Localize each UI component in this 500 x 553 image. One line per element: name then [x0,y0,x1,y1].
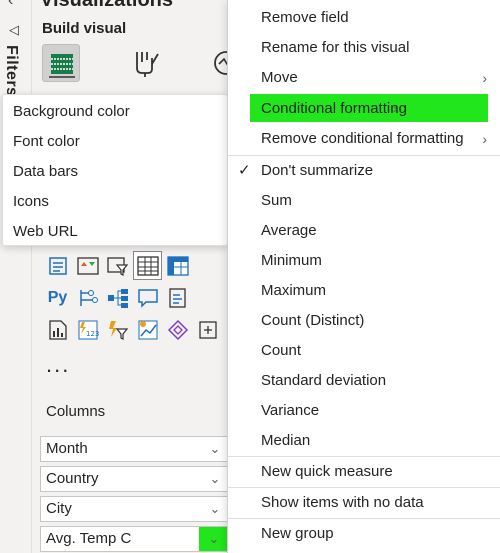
visualizations-pane: Visualizations Build visual Py 123 ... C… [32,0,232,553]
kpi-icon[interactable] [74,252,101,279]
chevron-right-icon: › [392,100,398,116]
paginated-report-icon[interactable] [44,316,71,343]
decomposition-tree-icon[interactable] [104,284,131,311]
key-influencers-icon[interactable] [74,284,101,311]
menu-variance[interactable]: Variance [228,396,500,426]
menu-minimum[interactable]: Minimum [228,246,500,276]
qa-visual-icon[interactable] [134,284,161,311]
diamond-visual-icon[interactable] [164,316,191,343]
menu-count-distinct[interactable]: Count (Distinct) [228,306,500,336]
filters-label[interactable]: Filters [2,45,20,97]
menu-dont-summarize[interactable]: ✓ Don't summarize [228,156,500,186]
chevron-right-icon: › [482,131,487,147]
menu-standard-deviation[interactable]: Standard deviation [228,366,500,396]
menu-new-group[interactable]: New group [228,519,500,549]
column-field-label: City [46,500,72,517]
metrics-visual-icon[interactable] [134,316,161,343]
menu-conditional-formatting[interactable]: Conditional formatting› [228,93,500,123]
python-visual-icon[interactable]: Py [44,284,71,311]
get-more-visuals-icon[interactable] [194,316,221,343]
submenu-web-url[interactable]: Web URL [3,217,227,247]
menu-new-quick-measure[interactable]: New quick measure [228,457,500,487]
menu-count[interactable]: Count [228,336,500,366]
menu-rename-for-visual[interactable]: Rename for this visual [228,33,500,63]
visualizations-title: Visualizations [40,0,174,11]
build-visual-label: Build visual [42,20,127,37]
chevron-right-icon: › [482,70,487,86]
column-field-country[interactable]: Country ⌄ [40,466,230,492]
column-field-avg-temp[interactable]: Avg. Temp C ⌄ [40,526,230,552]
column-field-label: Country [46,470,99,487]
conditional-formatting-submenu: Background color Font color Data bars Ic… [2,94,228,246]
power-apps-icon[interactable]: 123 [74,316,101,343]
visual-type-gallery: Py 123 [44,251,224,348]
menu-sum[interactable]: Sum [228,186,500,216]
more-visuals-ellipsis[interactable]: ... [46,352,70,378]
filter-funnel-icon: ◁ [9,22,19,37]
svg-text:123: 123 [86,330,99,338]
menu-show-items-no-data[interactable]: Show items with no data [228,488,500,518]
powerbi-window: ‹ ◁ Filters Visualizations Build visual [0,0,500,553]
chevron-down-icon[interactable]: ⌄ [205,467,225,491]
build-visual-table-icon[interactable] [42,44,80,82]
submenu-icons[interactable]: Icons [3,187,227,217]
column-field-label: Avg. Temp C [46,530,132,547]
chevron-down-icon[interactable]: ⌄ [205,437,225,461]
chevron-left-icon[interactable]: ‹ [8,0,13,10]
menu-average[interactable]: Average [228,216,500,246]
format-visual-brush-icon[interactable] [127,44,165,82]
menu-maximum[interactable]: Maximum [228,276,500,306]
power-automate-icon[interactable] [104,316,131,343]
submenu-data-bars[interactable]: Data bars [3,157,227,187]
checkmark-icon: ✓ [238,162,251,179]
filters-pane-collapsed[interactable]: ‹ ◁ Filters [0,0,32,553]
column-field-month[interactable]: Month ⌄ [40,436,230,462]
column-field-city[interactable]: City ⌄ [40,496,230,522]
menu-remove-field[interactable]: Remove field [228,3,500,33]
submenu-font-color[interactable]: Font color [3,127,227,157]
column-field-label: Month [46,440,88,457]
menu-move[interactable]: Move › [228,63,500,93]
smart-narrative-icon[interactable] [164,284,191,311]
table-visual-icon[interactable] [133,251,162,280]
field-context-menu: Remove field Rename for this visual Move… [227,0,500,553]
slicer-icon[interactable] [104,252,131,279]
menu-remove-conditional-formatting[interactable]: Remove conditional formatting › [228,124,500,154]
multi-row-card-icon[interactable] [44,252,71,279]
chevron-down-icon[interactable]: ⌄ [205,497,225,521]
chevron-down-icon[interactable]: ⌄ [199,527,229,551]
columns-well-label: Columns [46,403,106,420]
menu-median[interactable]: Median [228,426,500,456]
submenu-background-color[interactable]: Background color [3,97,227,127]
matrix-icon[interactable] [164,252,191,279]
